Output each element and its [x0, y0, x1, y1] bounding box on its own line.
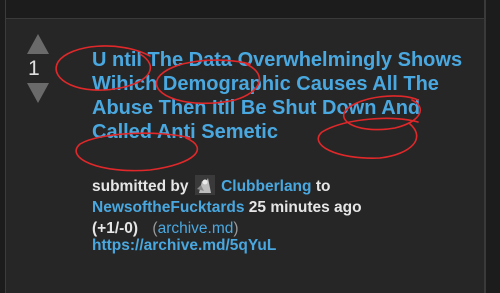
post-title-link[interactable]: U ntil The Data Overwhelmingly Shows Wih… [92, 48, 472, 144]
downvote-button[interactable] [27, 83, 49, 103]
subreddit-link[interactable]: NewsoftheFucktards [92, 199, 244, 216]
vote-score: 1 [28, 57, 40, 80]
post-time: 25 minutes ago [248, 199, 362, 216]
post-border-right [484, 0, 486, 293]
user-avatar[interactable] [194, 175, 215, 195]
upvote-arrow-icon[interactable] [27, 34, 49, 54]
post-meta: submitted by Clubberlang to NewsoftheFuc… [92, 175, 472, 239]
author-link[interactable]: Clubberlang [221, 178, 311, 195]
domain-tag: (archive.md) [152, 220, 238, 237]
submitted-by-label: submitted by [92, 178, 189, 195]
domain-paren-close: ) [233, 220, 239, 237]
vote-tally: (+1/-0) [92, 220, 139, 237]
to-label: to [315, 178, 331, 195]
post-url-link[interactable]: https://archive.md/5qYuL [92, 237, 276, 255]
upvote-button[interactable] [27, 34, 49, 54]
domain-link[interactable]: archive.md [158, 220, 234, 237]
downvote-arrow-icon[interactable] [27, 83, 49, 103]
